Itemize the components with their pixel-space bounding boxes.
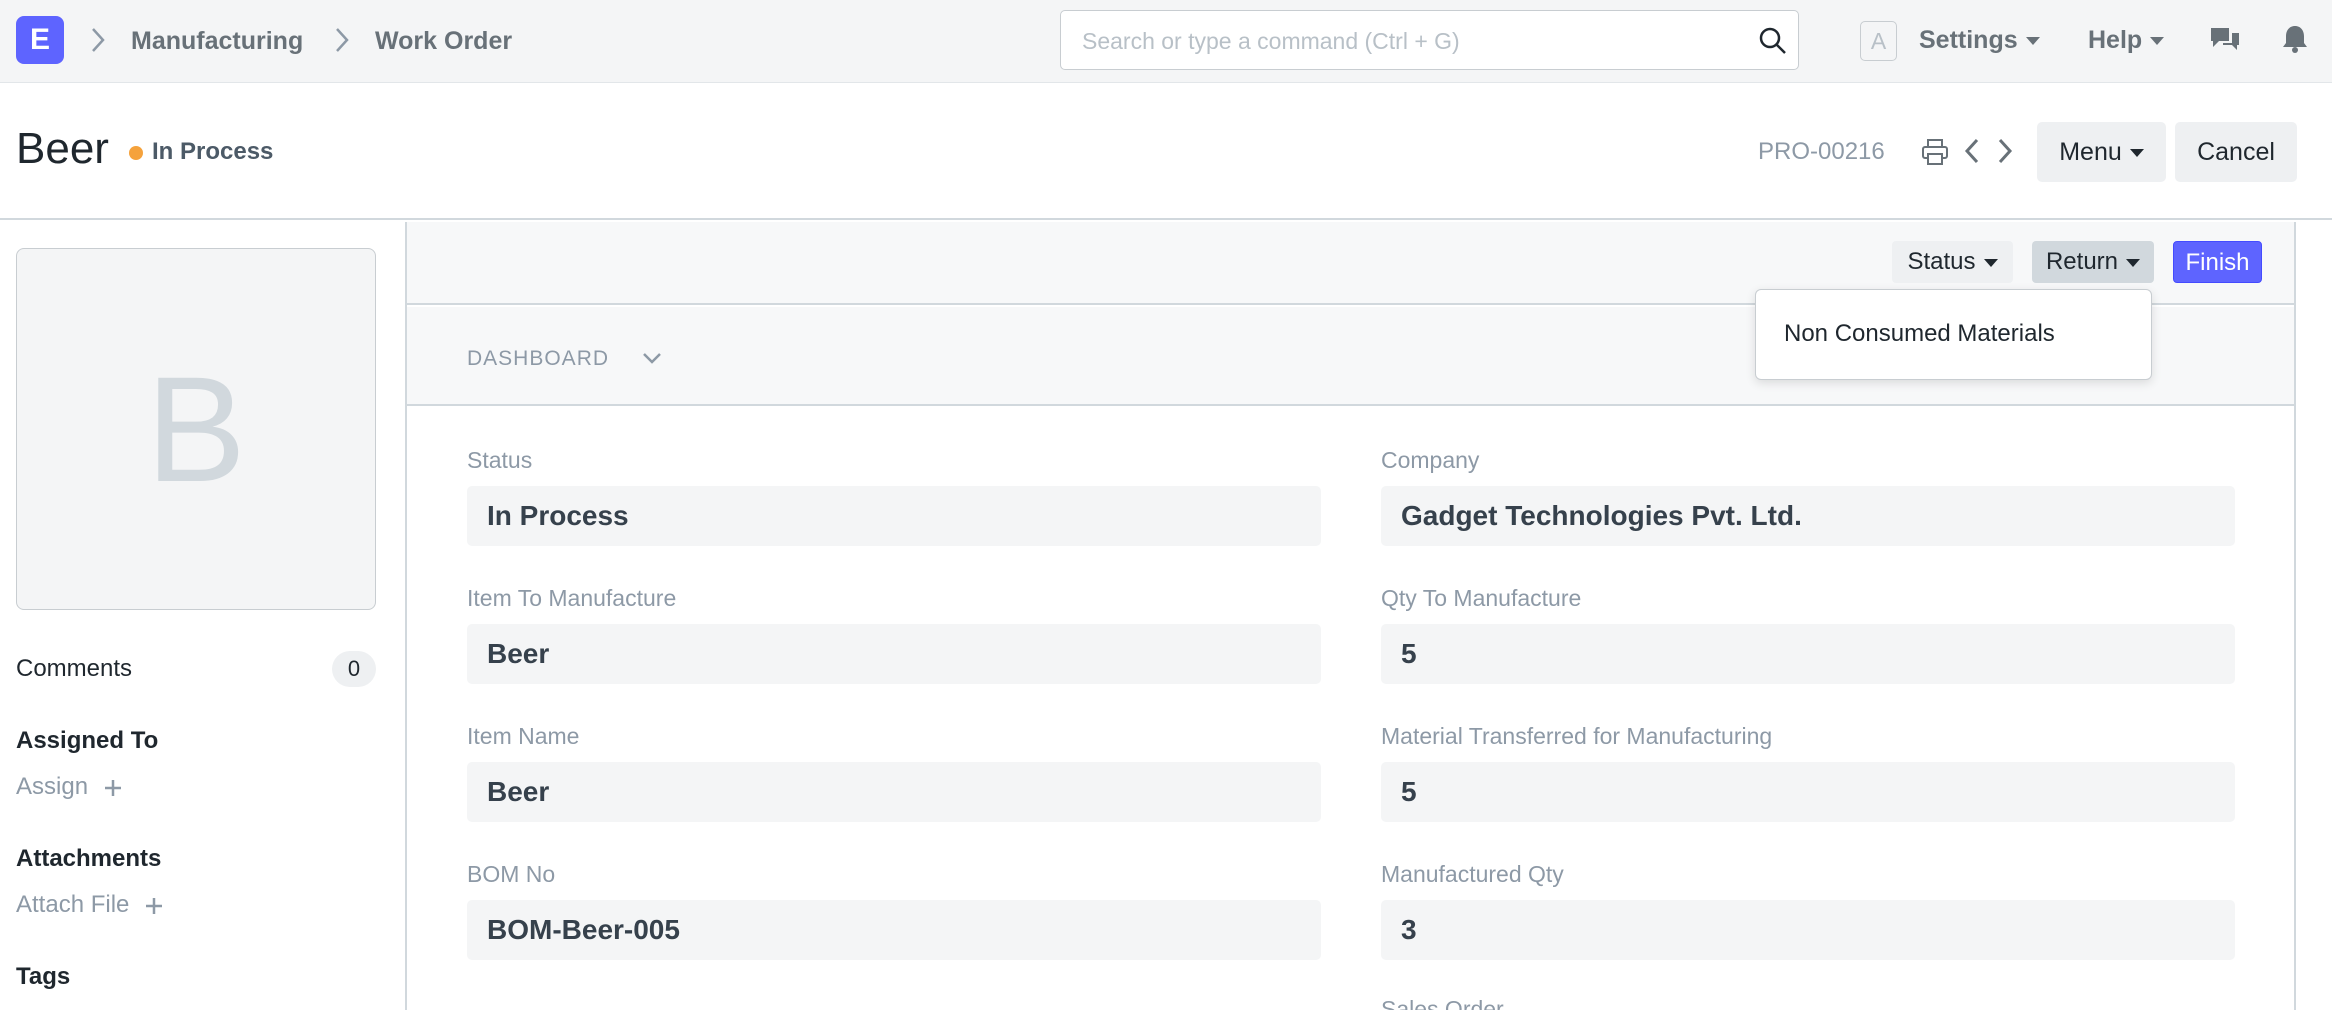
field-value-qty-to-manufacture: 5 <box>1381 624 2235 684</box>
field-label-material-transferred: Material Transferred for Manufacturing <box>1381 723 1773 749</box>
tags-heading: Tags <box>16 963 71 990</box>
menu-button[interactable]: Menu <box>2037 122 2166 182</box>
page-head: Beer In Process PRO-00216 Menu Cancel <box>0 84 2332 220</box>
caret-down-icon <box>2150 37 2165 46</box>
cancel-button[interactable]: Cancel <box>2175 122 2297 182</box>
status-button-label: Status <box>1907 248 1976 275</box>
settings-dropdown[interactable]: Settings <box>1919 26 2040 55</box>
image-placeholder-letter: B <box>145 345 247 513</box>
field-label-qty-to-manufacture: Qty To Manufacture <box>1381 585 1582 611</box>
caret-down-icon <box>1983 258 1998 267</box>
print-icon[interactable] <box>1921 138 1949 166</box>
bell-icon[interactable] <box>2282 24 2308 54</box>
search-bar <box>1060 10 1799 70</box>
field-value-item-name: Beer <box>467 762 1321 822</box>
breadcrumb-work-order[interactable]: Work Order <box>375 27 512 56</box>
help-label: Help <box>2088 26 2143 54</box>
field-label-item-to-manufacture: Item To Manufacture <box>467 585 677 611</box>
field-label-item-name: Item Name <box>467 723 580 749</box>
return-button-label: Return <box>2045 248 2119 275</box>
app-logo[interactable]: E <box>16 16 64 64</box>
caret-down-icon <box>2126 258 2141 267</box>
field-value-item-to-manufacture[interactable]: Beer <box>467 624 1321 684</box>
field-label-bom-no: BOM No <box>467 861 556 887</box>
attach-file-label: Attach File <box>16 891 130 918</box>
chevron-down-icon[interactable] <box>641 351 663 365</box>
field-label-company: Company <box>1381 447 1480 473</box>
user-avatar[interactable]: A <box>1860 21 1897 61</box>
plus-icon <box>146 897 163 914</box>
comments-count-badge: 0 <box>332 651 376 687</box>
help-dropdown[interactable]: Help <box>2088 26 2165 55</box>
navbar: E Manufacturing Work Order A Settings He… <box>0 0 2332 83</box>
breadcrumb-manufacturing[interactable]: Manufacturing <box>131 27 303 56</box>
return-dropdown-menu: Non Consumed Materials <box>1755 289 2152 380</box>
chevron-right-icon <box>92 28 105 52</box>
document-name: PRO-00216 <box>1758 138 1885 165</box>
search-input[interactable] <box>1082 28 1722 55</box>
assigned-to-heading: Assigned To <box>16 727 159 754</box>
field-value-company[interactable]: Gadget Technologies Pvt. Ltd. <box>1381 486 2235 546</box>
search-icon[interactable] <box>1758 26 1788 56</box>
form-sidebar: B Comments 0 Assigned To Assign Attachme… <box>0 222 407 1010</box>
field-label-sales-order: Sales Order <box>1381 996 1504 1010</box>
comments-label: Comments <box>16 655 133 682</box>
caret-down-icon <box>2025 37 2040 46</box>
chat-icon[interactable] <box>2209 24 2241 54</box>
plus-icon <box>104 779 121 796</box>
status-indicator-label: In Process <box>152 138 274 165</box>
status-button[interactable]: Status <box>1892 241 2013 283</box>
attachments-heading: Attachments <box>16 845 162 872</box>
cancel-button-label: Cancel <box>2197 138 2275 166</box>
finish-button[interactable]: Finish <box>2173 241 2262 283</box>
image-placeholder[interactable]: B <box>16 248 376 610</box>
field-label-manufactured-qty: Manufactured Qty <box>1381 861 1564 887</box>
return-button[interactable]: Return <box>2032 241 2154 283</box>
page-title: Beer <box>16 124 109 173</box>
field-value-material-transferred: 5 <box>1381 762 2235 822</box>
field-value-status: In Process <box>467 486 1321 546</box>
assign-label: Assign <box>16 773 89 800</box>
chevron-right-icon <box>336 28 349 52</box>
dropdown-item-non-consumed-materials[interactable]: Non Consumed Materials <box>1784 320 2055 348</box>
dashboard-label: DASHBOARD <box>467 347 610 370</box>
field-value-manufactured-qty: 3 <box>1381 900 2235 960</box>
menu-button-label: Menu <box>2059 138 2122 166</box>
settings-label: Settings <box>1919 26 2018 54</box>
status-indicator-dot <box>129 146 143 160</box>
field-value-bom-no[interactable]: BOM-Beer-005 <box>467 900 1321 960</box>
previous-doc-icon[interactable] <box>1963 136 1981 166</box>
attach-file-link[interactable]: Attach File <box>16 891 164 919</box>
caret-down-icon <box>2129 149 2144 158</box>
field-label-status: Status <box>467 447 533 473</box>
next-doc-icon[interactable] <box>1996 136 2014 166</box>
assign-link[interactable]: Assign <box>16 773 123 801</box>
